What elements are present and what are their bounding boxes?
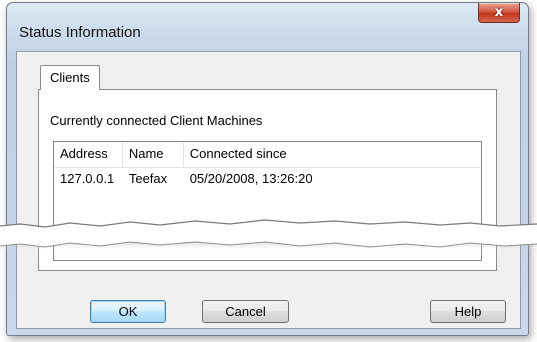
cell-name: Teefax <box>128 171 168 186</box>
list-item[interactable]: 127.0.0.1 Teefax 05/20/2008, 13:26:20 <box>54 168 481 192</box>
close-icon: x <box>494 5 504 20</box>
torn-edge-graphic <box>0 219 537 252</box>
close-button[interactable]: x <box>478 3 520 23</box>
ok-button[interactable]: OK <box>90 300 166 323</box>
column-header-connected-since[interactable]: Connected since <box>184 142 481 167</box>
column-header-address[interactable]: Address <box>54 142 123 167</box>
column-header-name[interactable]: Name <box>123 142 184 167</box>
tab-clients[interactable]: Clients <box>40 65 100 90</box>
dialog-client-area: Clients Currently connected Client Machi… <box>16 51 521 329</box>
title-bar[interactable]: Status Information x <box>7 3 528 40</box>
dialog-window: Status Information x Clients Currently c… <box>6 2 529 336</box>
window-title: Status Information <box>19 24 141 41</box>
help-button[interactable]: Help <box>430 300 506 323</box>
cell-connected-since: 05/20/2008, 13:26:20 <box>189 171 313 186</box>
clients-caption: Currently connected Client Machines <box>50 113 263 128</box>
cell-address: 127.0.0.1 <box>60 171 115 186</box>
screenshot-canvas: Status Information x Clients Currently c… <box>0 0 537 342</box>
list-header: Address Name Connected since <box>54 142 481 168</box>
cancel-button[interactable]: Cancel <box>202 300 289 323</box>
